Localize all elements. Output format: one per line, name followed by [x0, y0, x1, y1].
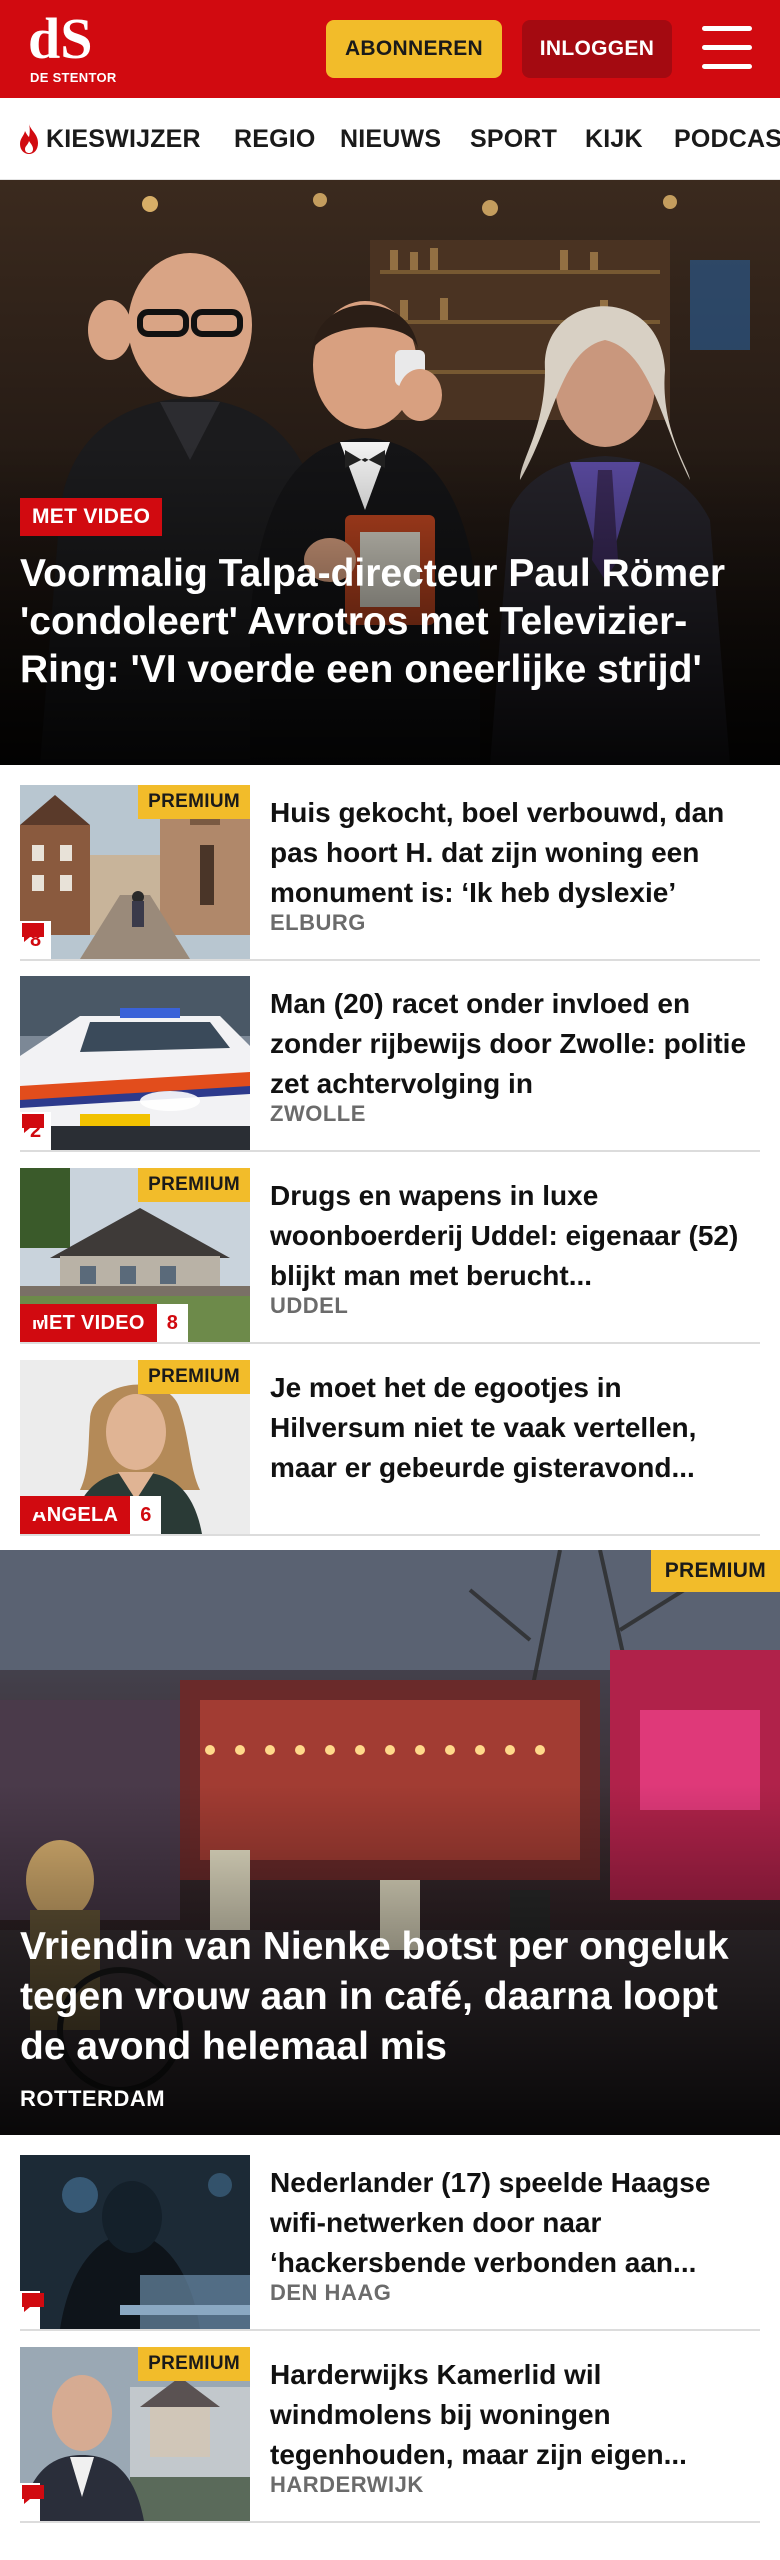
- premium-badge: PREMIUM: [138, 785, 250, 819]
- main-navigation: KIESWIJZER REGIO NIEUWS SPORT KIJK PODCA…: [0, 98, 780, 180]
- comment-count[interactable]: 8: [20, 921, 52, 959]
- article-thumbnail: PREMIUM ANGELA 6: [20, 1360, 250, 1534]
- hamburger-menu-icon[interactable]: [702, 26, 752, 70]
- premium-badge: PREMIUM: [138, 2347, 250, 2381]
- article-location: ROTTERDAM: [20, 2086, 166, 2111]
- article-location: ZWOLLE: [270, 1101, 366, 1126]
- article-location: HARDERWIJK: [270, 2472, 424, 2497]
- nav-item-podcast[interactable]: PODCAS: [674, 98, 780, 179]
- video-label: MET VIDEO: [20, 498, 163, 536]
- article-headline[interactable]: Je moet het de egootjes in Hilversum nie…: [270, 1368, 760, 1488]
- feature-headline[interactable]: Vriendin van Nienke botst per ongeluk te…: [20, 1922, 760, 2072]
- article-item[interactable]: PREMIUM MET VIDEO 8 Drugs en wapens in l…: [20, 1168, 760, 1344]
- article-location: ELBURG: [270, 910, 366, 935]
- nav-label: KIESWIJZER: [46, 124, 201, 153]
- comment-icon: [22, 1306, 44, 1325]
- article-item[interactable]: PREMIUM 8 Huis gekocht, boel verbouwd, d…: [20, 785, 760, 961]
- article-thumbnail: PREMIUM 8: [20, 785, 250, 959]
- svg-text:dS: dS: [28, 10, 93, 66]
- comment-icon: [22, 2485, 44, 2504]
- premium-badge: PREMIUM: [138, 1168, 250, 1202]
- article-headline[interactable]: Huis gekocht, boel verbouwd, dan pas hoo…: [270, 793, 760, 913]
- flame-icon: [20, 124, 38, 154]
- hero-headline[interactable]: Voormalig Talpa-directeur Paul Römer 'co…: [20, 550, 740, 694]
- comment-count[interactable]: 2: [20, 1112, 52, 1150]
- comment-count[interactable]: [20, 2291, 44, 2329]
- article-item[interactable]: Nederlander (17) speelde Haagse wifi-net…: [20, 2155, 760, 2331]
- feature-article[interactable]: PREMIUM Vriendin van Nienke botst per on…: [0, 1550, 780, 2135]
- article-location: UDDEL: [270, 1293, 349, 1318]
- article-headline[interactable]: Nederlander (17) speelde Haagse wifi-net…: [270, 2163, 760, 2283]
- nav-item-regio[interactable]: REGIO: [234, 98, 316, 179]
- hero-article[interactable]: MET VIDEO Voormalig Talpa-directeur Paul…: [0, 180, 780, 765]
- police-car-image: [20, 976, 250, 1150]
- hacker-image: [20, 2155, 250, 2329]
- subscribe-button[interactable]: ABONNEREN: [326, 20, 502, 78]
- comment-count[interactable]: 6: [22, 1496, 162, 1534]
- site-logo[interactable]: dS DE STENTOR: [26, 10, 116, 88]
- top-header: dS DE STENTOR ABONNEREN INLOGGEN: [0, 0, 780, 98]
- comment-count-value: 6: [140, 1503, 152, 1526]
- article-thumbnail: [20, 2155, 250, 2329]
- article-location: DEN HAAG: [270, 2280, 392, 2305]
- comment-icon: [22, 1498, 44, 1517]
- comment-icon: [22, 1114, 44, 1133]
- nav-item-sport[interactable]: SPORT: [470, 98, 557, 179]
- article-thumbnail: PREMIUM: [20, 2347, 250, 2521]
- premium-badge: PREMIUM: [138, 1360, 250, 1394]
- article-item[interactable]: PREMIUM Harderwijks Kamerlid wil windmol…: [20, 2347, 760, 2523]
- premium-badge: PREMIUM: [650, 1550, 780, 1592]
- comment-icon: [22, 923, 44, 942]
- logo-subtitle: DE STENTOR: [30, 70, 117, 85]
- nav-item-nieuws[interactable]: NIEUWS: [340, 98, 441, 179]
- comment-icon: [22, 2293, 44, 2312]
- article-item[interactable]: PREMIUM ANGELA 6 Je moet het de egootjes…: [20, 1360, 760, 1536]
- nav-item-kieswijzer[interactable]: KIESWIJZER: [16, 98, 201, 179]
- comment-count[interactable]: [20, 2483, 44, 2521]
- comment-count-value: 8: [166, 1311, 178, 1334]
- comment-count[interactable]: 8: [22, 1304, 188, 1342]
- article-thumbnail: PREMIUM MET VIDEO 8: [20, 1168, 250, 1342]
- article-headline[interactable]: Man (20) racet onder invloed en zonder r…: [270, 984, 760, 1104]
- logo-mark-icon: dS: [28, 10, 93, 66]
- login-button[interactable]: INLOGGEN: [522, 20, 672, 78]
- article-thumbnail: 2: [20, 976, 250, 1150]
- article-headline[interactable]: Drugs en wapens in luxe woonboerderij Ud…: [270, 1176, 760, 1296]
- article-item[interactable]: 2 Man (20) racet onder invloed en zonder…: [20, 976, 760, 1152]
- article-headline[interactable]: Harderwijks Kamerlid wil windmolens bij …: [270, 2355, 760, 2475]
- nav-item-kijk[interactable]: KIJK: [585, 98, 643, 179]
